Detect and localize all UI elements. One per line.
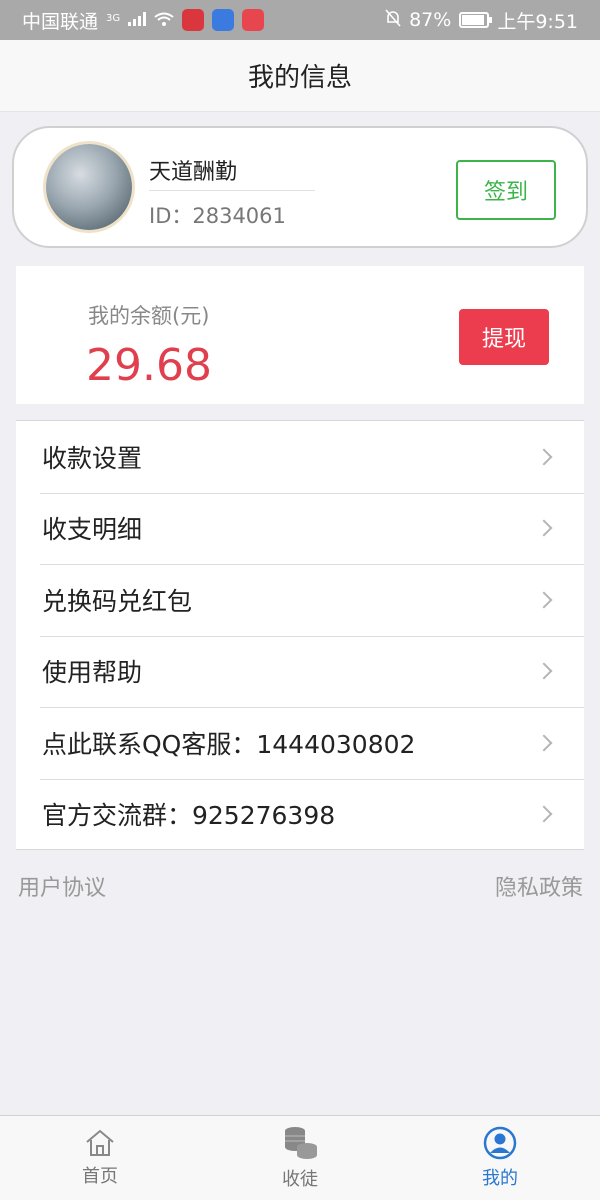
menu-item-qq-support[interactable]: 点此联系QQ客服：1444030802 bbox=[16, 707, 584, 779]
menu-item-label: 使用帮助 bbox=[42, 658, 143, 688]
menu-list: 收款设置 收支明细 兑换码兑红包 使用帮助 点此联系QQ客服：144403080… bbox=[16, 420, 584, 850]
signal-icon bbox=[128, 9, 147, 31]
menu-item-transactions[interactable]: 收支明细 bbox=[16, 492, 584, 565]
battery-percent: 87% bbox=[409, 9, 452, 31]
battery-icon bbox=[459, 12, 493, 28]
page-title: 我的信息 bbox=[247, 63, 352, 93]
chevron-right-icon bbox=[535, 734, 553, 752]
menu-item-label: 收款设置 bbox=[42, 443, 143, 473]
mute-bell-icon bbox=[385, 8, 401, 32]
music-app-icon bbox=[212, 9, 235, 31]
carrier-text: 中国联通 bbox=[22, 10, 99, 33]
wifi-icon bbox=[154, 9, 174, 31]
coins-icon bbox=[281, 1125, 319, 1161]
menu-item-help[interactable]: 使用帮助 bbox=[16, 635, 584, 708]
clock: 上午9:51 bbox=[497, 10, 578, 33]
app-notification-icon bbox=[182, 9, 205, 31]
chevron-right-icon bbox=[535, 805, 553, 823]
network-type: 3G bbox=[106, 12, 121, 24]
tab-label: 首页 bbox=[82, 1166, 118, 1187]
chevron-right-icon bbox=[535, 662, 553, 680]
tab-recruit[interactable]: 收徒 bbox=[200, 1116, 400, 1200]
chevron-right-icon bbox=[535, 591, 553, 609]
menu-item-official-group[interactable]: 官方交流群：925276398 bbox=[16, 778, 584, 851]
status-bar: 中国联通 3G 87% 上午9:51 bbox=[0, 0, 600, 40]
menu-item-redeem-code[interactable]: 兑换码兑红包 bbox=[16, 564, 584, 636]
balance-label: 我的余额(元) bbox=[88, 304, 210, 328]
menu-item-label: 兑换码兑红包 bbox=[42, 586, 193, 616]
tab-mine[interactable]: 我的 bbox=[400, 1116, 600, 1200]
menu-item-payment-settings[interactable]: 收款设置 bbox=[16, 421, 584, 493]
balance-value: 29.68 bbox=[86, 340, 212, 391]
shop-app-icon bbox=[242, 9, 265, 31]
menu-item-label: 点此联系QQ客服：1444030802 bbox=[42, 729, 416, 759]
profile-name: 天道酬勤 bbox=[149, 160, 238, 185]
avatar[interactable] bbox=[46, 144, 132, 230]
balance-card: 我的余额(元) 29.68 提现 bbox=[16, 266, 584, 404]
checkin-button[interactable]: 签到 bbox=[456, 160, 556, 220]
user-agreement-link[interactable]: 用户协议 bbox=[18, 870, 106, 902]
menu-item-label: 收支明细 bbox=[42, 515, 143, 545]
profile-id: ID：2834061 bbox=[149, 204, 286, 228]
profile-divider bbox=[149, 190, 315, 191]
user-icon bbox=[483, 1126, 517, 1160]
tab-bar: 首页 收徒 我的 bbox=[0, 1115, 600, 1200]
profile-card: 天道酬勤 ID：2834061 签到 bbox=[12, 126, 588, 248]
tab-label: 收徒 bbox=[282, 1169, 318, 1190]
privacy-policy-link[interactable]: 隐私政策 bbox=[495, 870, 583, 902]
nav-header: 我的信息 bbox=[0, 40, 600, 112]
home-icon bbox=[84, 1128, 116, 1158]
withdraw-button[interactable]: 提现 bbox=[459, 309, 549, 365]
tab-label: 我的 bbox=[482, 1168, 518, 1189]
chevron-right-icon bbox=[535, 519, 553, 537]
chevron-right-icon bbox=[535, 448, 553, 466]
menu-item-label: 官方交流群：925276398 bbox=[42, 801, 336, 831]
tab-home[interactable]: 首页 bbox=[0, 1116, 200, 1200]
